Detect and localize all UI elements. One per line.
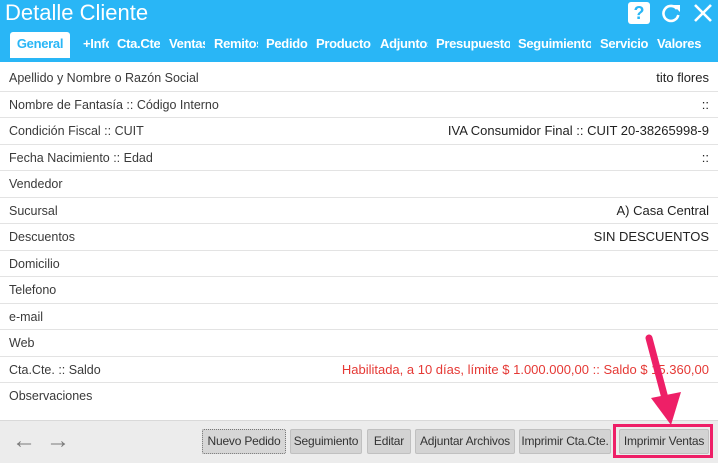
field-row-domicilio: Domicilio <box>0 251 718 277</box>
field-label: Vendedor <box>9 177 63 191</box>
new-order-button[interactable]: Nuevo Pedido <box>202 429 286 454</box>
field-label: Nombre de Fantasía :: Código Interno <box>9 97 219 112</box>
field-value: tito flores <box>656 70 709 85</box>
tab-cta-cte[interactable]: Cta.Cte. <box>117 32 160 58</box>
field-value: IVA Consumidor Final :: CUIT 20-38265998… <box>447 123 709 138</box>
field-row-observaciones: Observaciones <box>0 383 718 410</box>
field-row-condicion-fiscal: Condición Fiscal :: CUIT IVA Consumidor … <box>0 118 718 145</box>
field-label: Condición Fiscal :: CUIT <box>9 124 144 138</box>
field-row-fantasia: Nombre de Fantasía :: Código Interno :: <box>0 92 718 118</box>
field-row-telefono: Telefono <box>0 277 718 304</box>
tab-presupuestos[interactable]: Presupuestos <box>436 32 510 58</box>
field-row-descuentos: Descuentos SIN DESCUENTOS <box>0 224 718 251</box>
print-account-button[interactable]: Imprimir Cta.Cte. <box>519 429 611 454</box>
field-row-email: e-mail <box>0 304 718 330</box>
close-icon[interactable] <box>692 2 714 24</box>
tab-ventas[interactable]: Ventas <box>169 32 205 58</box>
field-row-sucursal: Sucursal A) Casa Central <box>0 198 718 224</box>
tab-pedidos[interactable]: Pedidos <box>266 32 308 58</box>
field-label: Apellido y Nombre o Razón Social <box>9 71 199 85</box>
refresh-icon[interactable] <box>660 2 682 24</box>
tab-servicios[interactable]: Servicios <box>600 32 648 58</box>
tab-remitos[interactable]: Remitos <box>214 32 258 58</box>
previous-arrow-icon[interactable]: ← <box>12 427 36 455</box>
tab-bar: General +Info Cta.Cte. Ventas Remitos Pe… <box>0 32 718 58</box>
field-label: Web <box>9 336 35 350</box>
next-arrow-icon[interactable]: → <box>46 427 70 455</box>
header-bar: Detalle Cliente ? General +Info Cta.Cte.… <box>0 0 718 62</box>
tab-valores[interactable]: Valores <box>657 32 709 58</box>
field-label: Observaciones <box>9 389 93 403</box>
field-value: :: <box>701 96 709 112</box>
tab-productos[interactable]: Productos <box>316 32 371 58</box>
tab-adjuntos[interactable]: Adjuntos <box>380 32 428 58</box>
field-value: :: <box>701 149 709 165</box>
field-row-web: Web <box>0 330 718 357</box>
window-title: Detalle Cliente <box>5 0 149 25</box>
tab-info[interactable]: +Info <box>83 32 109 58</box>
field-label: Sucursal <box>9 203 58 218</box>
field-label: Cta.Cte. :: Saldo <box>9 362 101 377</box>
field-row-fecha-nacimiento: Fecha Nacimiento :: Edad :: <box>0 145 718 171</box>
field-value: SIN DESCUENTOS <box>593 229 709 244</box>
edit-button[interactable]: Editar <box>367 429 411 454</box>
annotation-arrow-icon <box>645 334 681 425</box>
field-label: e-mail <box>9 309 44 324</box>
field-row-cta-cte-saldo: Cta.Cte. :: Saldo Habilitada, a 10 días,… <box>0 357 718 383</box>
field-value: A) Casa Central <box>616 202 709 218</box>
footer-toolbar: ← → Nuevo Pedido Seguimiento Editar Adju… <box>0 420 718 463</box>
attach-files-button[interactable]: Adjuntar Archivos <box>415 429 515 454</box>
field-row-vendedor: Vendedor <box>0 171 718 198</box>
field-label: Descuentos <box>9 230 76 244</box>
help-icon[interactable]: ? <box>628 2 650 24</box>
tab-seguimiento[interactable]: Seguimiento <box>518 32 591 58</box>
tab-general[interactable]: General <box>10 32 70 58</box>
follow-up-button[interactable]: Seguimiento <box>290 429 362 454</box>
field-label: Domicilio <box>9 256 60 271</box>
field-row-razon-social: Apellido y Nombre o Razón Social tito fl… <box>0 65 718 92</box>
field-label: Telefono <box>9 283 57 297</box>
field-label: Fecha Nacimiento :: Edad <box>9 150 153 165</box>
